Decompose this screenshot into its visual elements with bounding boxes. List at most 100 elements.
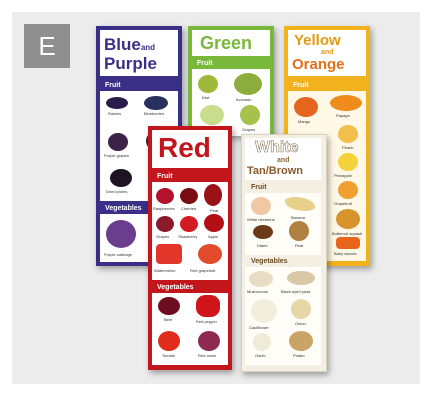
poster-yellow-title-and: and — [321, 49, 334, 56]
peach-icon — [338, 125, 358, 143]
poster-blue-item-cabbage: Purple cabbage — [104, 252, 133, 257]
brown-pear-icon — [289, 221, 309, 241]
garlic-icon — [253, 333, 271, 351]
baby-carrots-icon — [336, 237, 360, 249]
poster-red-item-red-grapefruit: Red grapefruit — [190, 268, 216, 273]
grapefruit-icon — [338, 181, 358, 199]
poster-white-item-onion: Onion — [295, 321, 306, 326]
poster-red: Red Fruit Raspberries Cherries Pear Grap… — [148, 126, 232, 370]
poster-blue-title-and: and — [140, 43, 156, 52]
poster-blue-title-2: Purple — [104, 54, 157, 73]
poster-red-item-pear: Pear — [210, 208, 219, 213]
red-grapefruit-icon — [198, 244, 222, 264]
blueberries-icon — [144, 96, 168, 110]
cauliflower-icon — [251, 299, 277, 323]
poster-blue-veg-label: Vegetables — [105, 205, 142, 212]
poster-yellow-item-grapefruit: Grapefruit — [334, 201, 352, 206]
poster-yellow-header: Yellow and Orange — [288, 30, 366, 76]
poster-green-item-grapes: Grapes — [242, 127, 256, 132]
green-grapes-icon — [240, 105, 260, 125]
poster-red-header: Red — [152, 130, 228, 168]
apple-icon — [204, 214, 224, 232]
poster-red-item-red-pepper: Red pepper — [196, 319, 217, 324]
poster-white-item-garlic: Garlic — [255, 353, 266, 358]
poster-white-veg-area: Mushrooms Black eyed peas Cauliflower On… — [245, 267, 321, 365]
poster-white-item-dates: Dates — [257, 243, 268, 248]
poster-white-item-peas: Black eyed peas — [281, 289, 311, 294]
black-eyed-peas-icon — [287, 271, 315, 285]
poster-red-item-apple: Apple — [208, 234, 219, 239]
letter-badge: E — [24, 24, 70, 68]
poster-yellow-item-peach: Peach — [342, 145, 354, 150]
poster-white-item-nectarine: White nectarine — [247, 217, 275, 222]
poster-red-veg-area: Beet Red pepper Tomato Red onion — [152, 293, 228, 365]
poster-white-title-2: Tan/Brown — [247, 165, 304, 177]
poster-red-title: Red — [158, 132, 211, 163]
poster-white-item-pear: Pear — [295, 243, 304, 248]
cherries-icon — [180, 188, 198, 204]
poster-blue-fruit-label: Fruit — [105, 82, 121, 89]
poster-white-tan: White and Tan/Brown Fruit White nectarin… — [241, 134, 327, 372]
poster-red-item-strawberry: Strawberry — [178, 234, 198, 239]
poster-blue-item-blueberries: Blueberries — [144, 111, 165, 116]
poster-red-item-beet: Beet — [164, 317, 173, 322]
kiwi-icon — [198, 75, 218, 93]
red-pepper-icon — [196, 295, 220, 317]
red-onion-icon — [198, 331, 220, 351]
poster-yellow-item-papaya: Papaya — [336, 113, 350, 118]
poster-yellow-title-2: Orange — [292, 56, 345, 73]
dates-icon — [253, 225, 273, 239]
poster-green-header: Green — [192, 30, 270, 56]
red-pear-icon — [204, 184, 222, 206]
strawberry-icon — [180, 216, 198, 232]
poster-blue-item-raisins: Raisins — [108, 111, 122, 116]
poster-green-item-kiwi: Kiwi — [202, 95, 210, 100]
poster-white-item-cauliflower: Cauliflower — [249, 325, 269, 330]
red-grapes-icon — [156, 216, 174, 232]
poster-green-fruit-label: Fruit — [197, 60, 213, 67]
poster-red-item-raspberries: Raspberries — [153, 206, 175, 211]
poster-red-veg-label: Vegetables — [157, 284, 194, 291]
poster-yellow-item-squash: Butternut squash — [332, 231, 363, 236]
onion-icon — [291, 299, 311, 319]
poster-yellow-item-mango: Mango — [298, 119, 311, 124]
raisins-icon — [106, 97, 128, 109]
white-nectarine-icon — [251, 197, 271, 215]
poster-red-item-red-onion: Red onion — [198, 353, 217, 358]
beet-icon — [158, 297, 180, 315]
potato-icon — [289, 331, 313, 351]
poster-blue-item-dried-plums: Dried plums — [106, 189, 128, 194]
poster-red-item-grapes: Grapes — [156, 234, 170, 239]
poster-red-fruit-area: Raspberries Cherries Pear Grapes Strawbe… — [152, 182, 228, 280]
mango-icon — [294, 97, 318, 117]
poster-yellow-title-1: Yellow — [294, 32, 341, 49]
poster-white-title-1: White — [255, 139, 299, 156]
poster-blue-header: Blueand Purple — [100, 30, 178, 76]
poster-white-title-and: and — [277, 157, 290, 164]
poster-green-title: Green — [200, 33, 253, 53]
poster-red-item-cherries: Cherries — [181, 206, 197, 211]
poster-white-header: White and Tan/Brown — [245, 138, 321, 180]
tomato-icon — [158, 331, 180, 351]
poster-yellow-item-carrots: Baby carrots — [334, 251, 357, 256]
poster-white-fruit-label: Fruit — [251, 184, 267, 191]
poster-white-item-potato: Potato — [293, 353, 305, 358]
poster-red-item-watermelon: Watermelon — [154, 268, 176, 273]
purple-cabbage-icon — [106, 220, 136, 248]
poster-green: Green Fruit Kiwi Avocado Honeydew melon … — [188, 26, 274, 136]
poster-blue-item-purple-grapes: Purple grapes — [104, 153, 129, 158]
poster-white-fruit-area: White nectarine Banana Dates Pear — [245, 193, 321, 255]
poster-white-item-mushrooms: Mushrooms — [247, 289, 268, 294]
poster-yellow-fruit-label: Fruit — [293, 82, 309, 89]
honeydew-icon — [200, 105, 224, 125]
poster-red-fruit-label: Fruit — [157, 173, 173, 180]
avocado-icon — [234, 73, 262, 95]
poster-blue-title-1: Blue — [104, 35, 141, 54]
poster-white-item-banana: Banana — [291, 215, 305, 220]
banana-icon — [285, 197, 315, 211]
poster-green-item-avocado: Avocado — [236, 97, 252, 102]
poster-white-veg-label: Vegetables — [251, 258, 288, 265]
dried-plums-icon — [110, 169, 132, 187]
raspberries-icon — [156, 188, 174, 204]
butternut-squash-icon — [336, 209, 360, 229]
